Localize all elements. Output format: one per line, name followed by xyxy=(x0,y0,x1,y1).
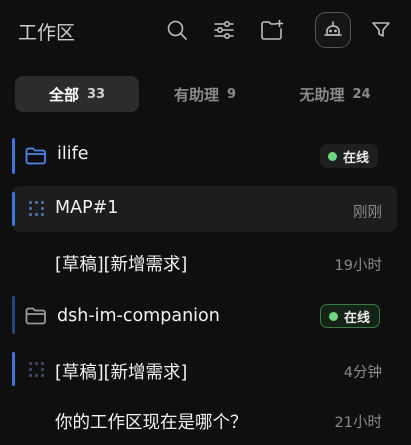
list-item-draft-2[interactable]: [草稿][新增需求] 4分钟 xyxy=(12,348,397,392)
folder-icon xyxy=(24,144,48,168)
search-button[interactable] xyxy=(163,16,191,44)
item-time: 刚刚 xyxy=(353,205,382,221)
tab-label: 无助理 xyxy=(299,85,345,104)
list-item-map1[interactable]: MAP#1 刚刚 xyxy=(12,186,397,232)
drag-handle-icon[interactable] xyxy=(29,362,45,378)
filter-icon xyxy=(372,22,390,37)
tab-label: 全部 xyxy=(48,85,79,104)
status-badge: 在线 xyxy=(320,144,379,168)
workspace-name: dsh-im-companion xyxy=(57,306,220,326)
item-time: 4分钟 xyxy=(343,365,382,381)
workspace-row-dsh-im-companion[interactable]: dsh-im-companion 在线 xyxy=(12,294,397,338)
item-time: 21小时 xyxy=(334,415,382,431)
online-dot-icon xyxy=(328,151,337,161)
item-title: [草稿][新增需求] xyxy=(55,363,188,383)
item-title: 你的工作区现在是哪个？ xyxy=(55,413,248,433)
new-folder-icon xyxy=(261,19,284,40)
list-item-draft-1[interactable]: [草稿][新增需求] 19小时 xyxy=(12,240,397,284)
robot-icon xyxy=(324,21,342,36)
tab-count: 33 xyxy=(86,86,106,102)
status-label: 在线 xyxy=(343,150,370,166)
item-time: 19小时 xyxy=(334,258,382,274)
online-dot-icon xyxy=(329,311,338,321)
new-workspace-button[interactable] xyxy=(258,16,286,44)
tab-all[interactable]: 全部 33 xyxy=(15,76,139,112)
item-title: [草稿][新增需求] xyxy=(55,255,188,275)
tab-label: 有助理 xyxy=(173,85,219,104)
filter-button[interactable] xyxy=(367,16,395,44)
sliders-icon xyxy=(214,20,234,40)
header: 工作区 xyxy=(0,0,411,62)
workspace-name: ilife xyxy=(57,144,89,164)
selected-indicator xyxy=(12,192,15,226)
tab-without-assistant[interactable]: 无助理 24 xyxy=(273,76,397,112)
settings-button[interactable] xyxy=(210,16,238,44)
workspace-row-ilife[interactable]: ilife 在线 xyxy=(12,134,397,178)
folder-icon xyxy=(24,304,48,328)
tab-count: 9 xyxy=(226,86,237,102)
active-indicator xyxy=(12,138,15,174)
search-icon xyxy=(167,20,187,40)
tab-count: 24 xyxy=(352,86,371,102)
filter-tabs: 全部 33 有助理 9 无助理 24 xyxy=(15,76,397,112)
status-badge: 在线 xyxy=(320,304,381,328)
tab-with-assistant[interactable]: 有助理 9 xyxy=(145,76,265,112)
status-label: 在线 xyxy=(344,310,371,326)
assistant-button[interactable] xyxy=(315,12,351,48)
item-indicator xyxy=(12,352,15,386)
list-item-question[interactable]: 你的工作区现在是哪个？ 21小时 xyxy=(12,400,397,440)
workspace-indicator xyxy=(12,296,15,334)
page-title: 工作区 xyxy=(18,22,76,44)
item-title: MAP#1 xyxy=(55,198,119,218)
drag-handle-icon[interactable] xyxy=(29,201,45,217)
